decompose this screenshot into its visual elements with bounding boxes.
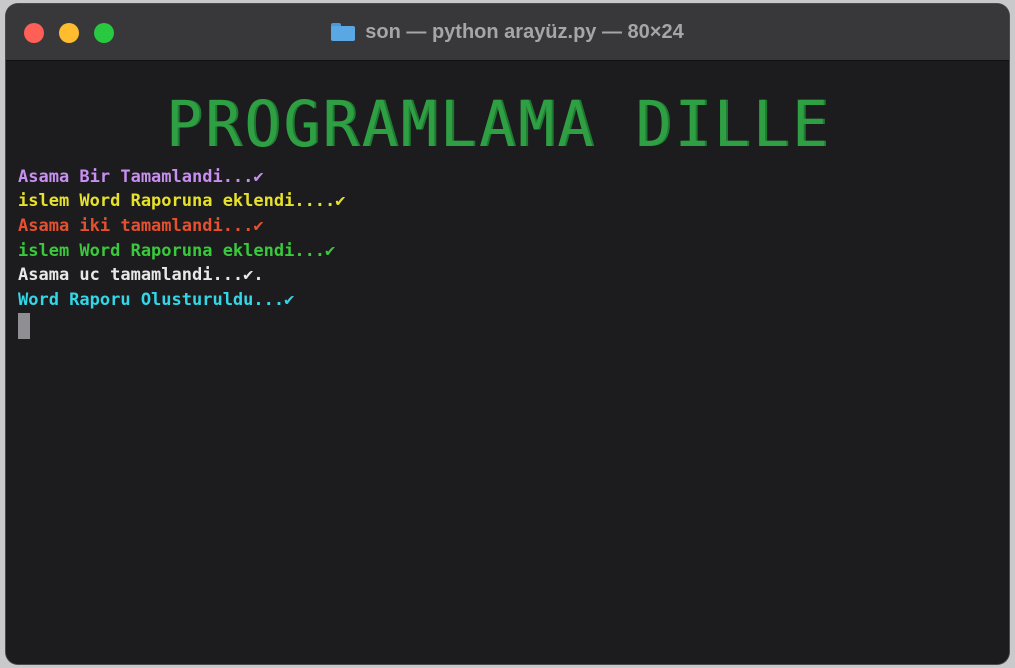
title-bar[interactable]: son — python arayüz.py — 80×24	[6, 4, 1009, 61]
window-title: son — python arayüz.py — 80×24	[365, 21, 684, 43]
output-line-6: Word Raporu Olusturuldu...✔	[18, 290, 295, 310]
terminal-window: son — python arayüz.py — 80×24 PROGRAMLA…	[6, 4, 1009, 664]
terminal-output[interactable]: PROGRAMLAMA DILLERI Asama Bir Tamamlandi…	[6, 61, 1009, 664]
ascii-banner: PROGRAMLAMA DILLERI	[166, 88, 826, 162]
text-cursor	[18, 313, 30, 339]
output-line-5: Asama uc tamamlandi...✔.	[18, 265, 264, 285]
output-line-3: Asama iki tamamlandi...✔	[18, 216, 264, 236]
output-line-4: islem Word Raporuna eklendi...✔	[18, 241, 336, 261]
window-title-area: son — python arayüz.py — 80×24	[6, 4, 1009, 60]
output-line-2: islem Word Raporuna eklendi....✔	[18, 191, 346, 211]
folder-icon	[331, 23, 356, 41]
output-line-1: Asama Bir Tamamlandi...✔	[18, 167, 264, 187]
